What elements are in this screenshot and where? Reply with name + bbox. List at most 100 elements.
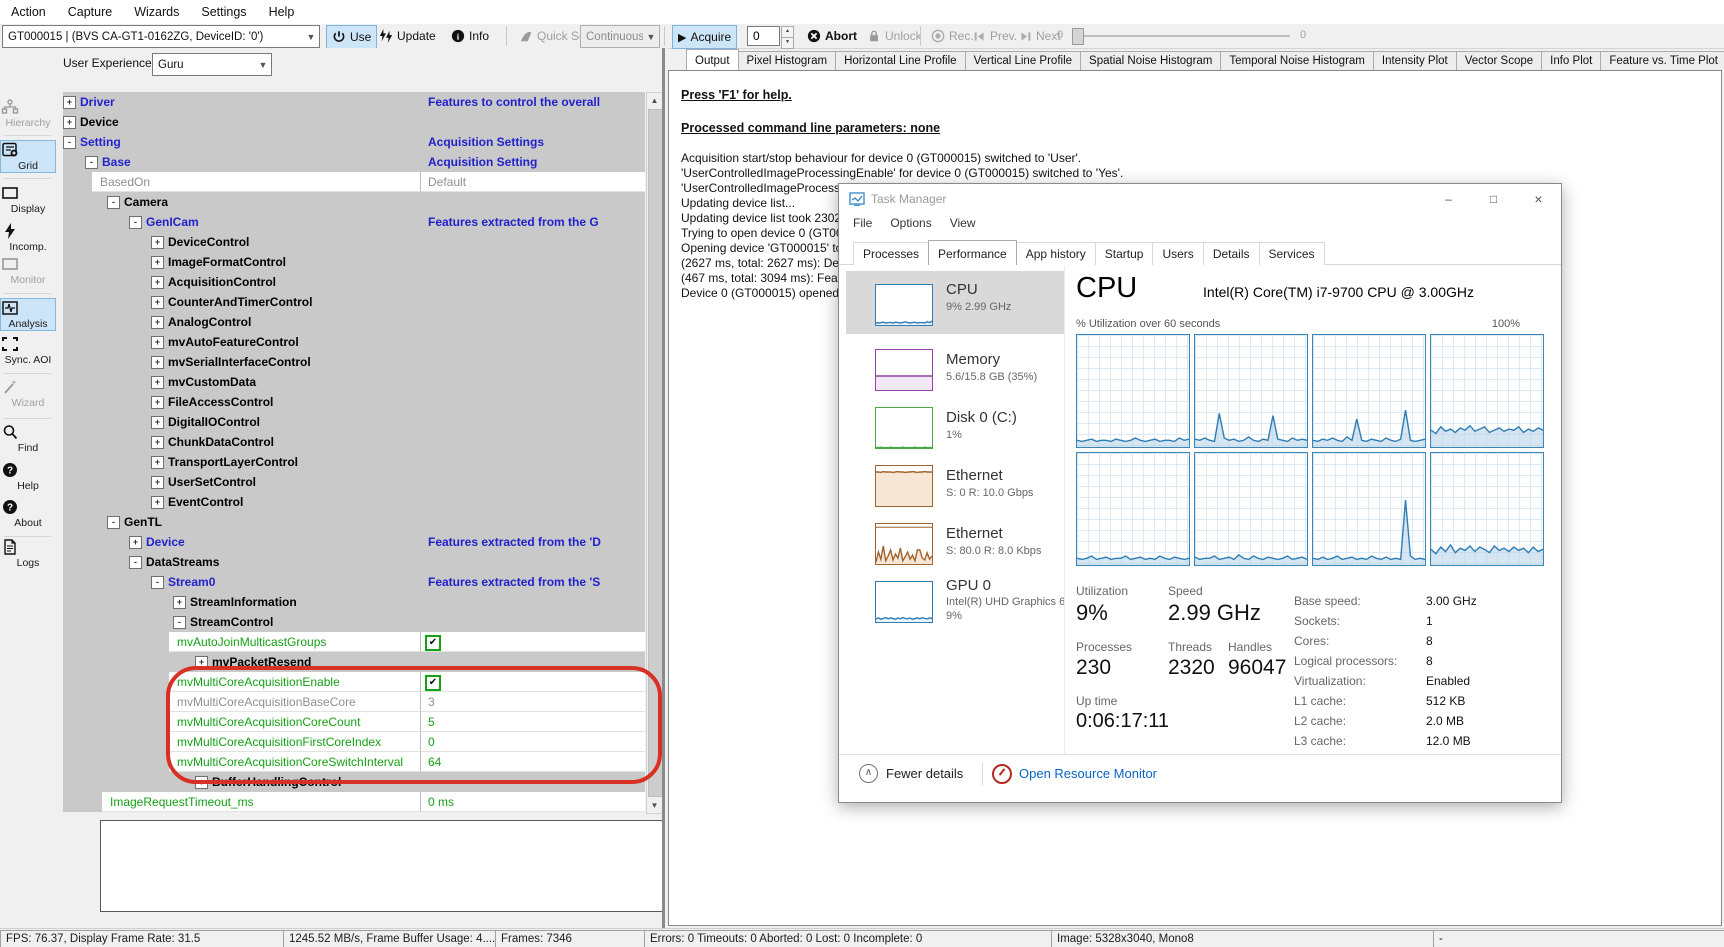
panel-splitter[interactable]	[662, 48, 665, 928]
rail-item-display[interactable]: Display	[1, 184, 55, 215]
collapse-minus-icon[interactable]: -	[107, 516, 120, 529]
property-value-cell[interactable]	[420, 672, 645, 692]
acquire-count-spinner[interactable]: ▲ ▼	[781, 26, 794, 46]
rail-item-about[interactable]: ?About	[1, 498, 55, 529]
expand-plus-icon[interactable]: +	[151, 416, 164, 429]
acquire-count-input[interactable]: 0	[747, 26, 780, 46]
tm-tab-performance[interactable]: Performance	[928, 240, 1017, 265]
grid-row[interactable]: +ImageFormatControl	[63, 252, 645, 272]
grid-row[interactable]: +Device	[63, 112, 645, 132]
grid-row[interactable]: ImageRequestTimeout_ms0 ms	[63, 792, 645, 812]
expand-plus-icon[interactable]: +	[151, 436, 164, 449]
expand-plus-icon[interactable]: +	[151, 256, 164, 269]
menu-item-capture[interactable]: Capture	[57, 0, 123, 24]
tm-tab-users[interactable]: Users	[1152, 242, 1203, 265]
grid-row[interactable]: -DataStreams	[63, 552, 645, 572]
tm-menu-view[interactable]: View	[950, 216, 976, 230]
grid-row[interactable]: +StreamInformation	[63, 592, 645, 612]
image-slider-track[interactable]	[1072, 35, 1290, 37]
unlock-button[interactable]: Unlock	[862, 25, 927, 47]
tab-info-plot[interactable]: Info Plot	[1541, 51, 1601, 70]
grid-row[interactable]: +DeviceControl	[63, 232, 645, 252]
tm-tab-processes[interactable]: Processes	[853, 242, 929, 265]
checkbox-checked-icon[interactable]: ✔	[425, 675, 441, 691]
expand-plus-icon[interactable]: +	[151, 476, 164, 489]
property-value-cell[interactable]	[420, 632, 645, 652]
property-value-cell[interactable]	[420, 712, 645, 732]
grid-row[interactable]: -SettingAcquisition Settings	[63, 132, 645, 152]
device-selector[interactable]: GT000015 | (BVS CA-GT1-0162ZG, DeviceID:…	[2, 25, 320, 48]
property-value-cell[interactable]	[420, 692, 645, 712]
expand-plus-icon[interactable]: +	[63, 116, 76, 129]
grid-row[interactable]: +EventControl	[63, 492, 645, 512]
tm-sidebar-cpu[interactable]: CPU9% 2.99 GHz	[846, 271, 1064, 334]
collapse-minus-icon[interactable]: -	[85, 156, 98, 169]
rail-item-logs[interactable]: Logs	[1, 538, 55, 569]
acquisition-mode-select[interactable]: Continuous ▼	[580, 25, 660, 48]
expand-plus-icon[interactable]: +	[151, 396, 164, 409]
grid-row[interactable]: mvAutoJoinMulticastGroups✔	[63, 632, 645, 652]
expand-plus-icon[interactable]: +	[151, 496, 164, 509]
abort-button[interactable]: Abort	[802, 25, 862, 47]
collapse-minus-icon[interactable]: -	[173, 616, 186, 629]
task-manager-titlebar[interactable]: Task Manager – □ ×	[839, 184, 1561, 214]
tab-horizontal-line-profile[interactable]: Horizontal Line Profile	[835, 51, 966, 70]
menu-item-action[interactable]: Action	[0, 0, 57, 24]
tm-sidebar-memory[interactable]: Memory5.6/15.8 GB (35%)	[846, 341, 1064, 396]
grid-row[interactable]: mvMultiCoreAcquisitionFirstCoreIndex0	[63, 732, 645, 752]
rail-item-monitor[interactable]: Monitor	[1, 255, 55, 286]
open-resource-monitor-link[interactable]: Open Resource Monitor	[1019, 766, 1157, 781]
tm-tab-startup[interactable]: Startup	[1095, 242, 1154, 265]
collapse-minus-icon[interactable]: -	[129, 556, 142, 569]
expand-plus-icon[interactable]: +	[63, 96, 76, 109]
grid-row[interactable]: -GenICamFeatures extracted from the G	[63, 212, 645, 232]
grid-row[interactable]: mvMultiCoreAcquisitionBaseCore3	[63, 692, 645, 712]
menu-item-wizards[interactable]: Wizards	[123, 0, 190, 24]
use-button[interactable]: Use	[326, 25, 377, 49]
grid-row[interactable]: mvMultiCoreAcquisitionCoreSwitchInterval…	[63, 752, 645, 772]
tm-tab-services[interactable]: Services	[1259, 242, 1325, 265]
grid-row[interactable]: -Camera	[63, 192, 645, 212]
grid-row[interactable]: +mvSerialInterfaceControl	[63, 352, 645, 372]
expand-plus-icon[interactable]: +	[151, 296, 164, 309]
grid-row[interactable]: +DriverFeatures to control the overall	[63, 92, 645, 112]
tab-vertical-line-profile[interactable]: Vertical Line Profile	[965, 51, 1081, 70]
expand-plus-icon[interactable]: +	[151, 236, 164, 249]
tm-sidebar-ethernet[interactable]: EthernetS: 80.0 R: 8.0 Kbps	[846, 515, 1064, 569]
expand-plus-icon[interactable]: +	[173, 596, 186, 609]
grid-row[interactable]: +AcquisitionControl	[63, 272, 645, 292]
tm-tab-app-history[interactable]: App history	[1016, 242, 1096, 265]
grid-row[interactable]: +DigitalIOControl	[63, 412, 645, 432]
maximize-button[interactable]: □	[1471, 184, 1516, 214]
expand-plus-icon[interactable]: +	[195, 656, 208, 669]
rail-item-incomp[interactable]: Incomp.	[1, 222, 55, 253]
scroll-down-icon[interactable]: ▼	[647, 798, 662, 813]
tm-tab-details[interactable]: Details	[1203, 242, 1260, 265]
scrollbar-thumb[interactable]	[648, 109, 663, 797]
grid-row[interactable]: +DeviceFeatures extracted from the 'D	[63, 532, 645, 552]
collapse-minus-icon[interactable]: -	[151, 576, 164, 589]
rail-item-help[interactable]: ?Help	[1, 461, 55, 492]
expand-plus-icon[interactable]: +	[151, 336, 164, 349]
expand-plus-icon[interactable]: +	[151, 356, 164, 369]
grid-row[interactable]: +mvAutoFeatureControl	[63, 332, 645, 352]
expand-plus-icon[interactable]: +	[151, 376, 164, 389]
checkbox-checked-icon[interactable]: ✔	[425, 635, 441, 651]
grid-row[interactable]: -BaseAcquisition Setting	[63, 152, 645, 172]
tm-menu-file[interactable]: File	[853, 216, 872, 230]
grid-row[interactable]: mvMultiCoreAcquisitionCoreCount5	[63, 712, 645, 732]
grid-row[interactable]: +CounterAndTimerControl	[63, 292, 645, 312]
rail-item-hierarchy[interactable]: Hierarchy	[1, 98, 55, 129]
rail-item-analysis[interactable]: Analysis	[0, 298, 56, 331]
info-button[interactable]: i Info	[446, 25, 494, 47]
grid-row[interactable]: +BufferHandlingControl	[63, 772, 645, 792]
grid-row[interactable]: -StreamControl	[63, 612, 645, 632]
scroll-up-icon[interactable]: ▲	[647, 93, 662, 108]
menu-item-settings[interactable]: Settings	[190, 0, 257, 24]
rail-item-grid[interactable]: Grid	[0, 140, 56, 173]
menu-item-help[interactable]: Help	[258, 0, 306, 24]
collapse-minus-icon[interactable]: -	[63, 136, 76, 149]
grid-row[interactable]: -GenTL	[63, 512, 645, 532]
tm-sidebar-ethernet[interactable]: EthernetS: 0 R: 10.0 Gbps	[846, 457, 1064, 511]
tab-spatial-noise-histogram[interactable]: Spatial Noise Histogram	[1080, 51, 1221, 70]
